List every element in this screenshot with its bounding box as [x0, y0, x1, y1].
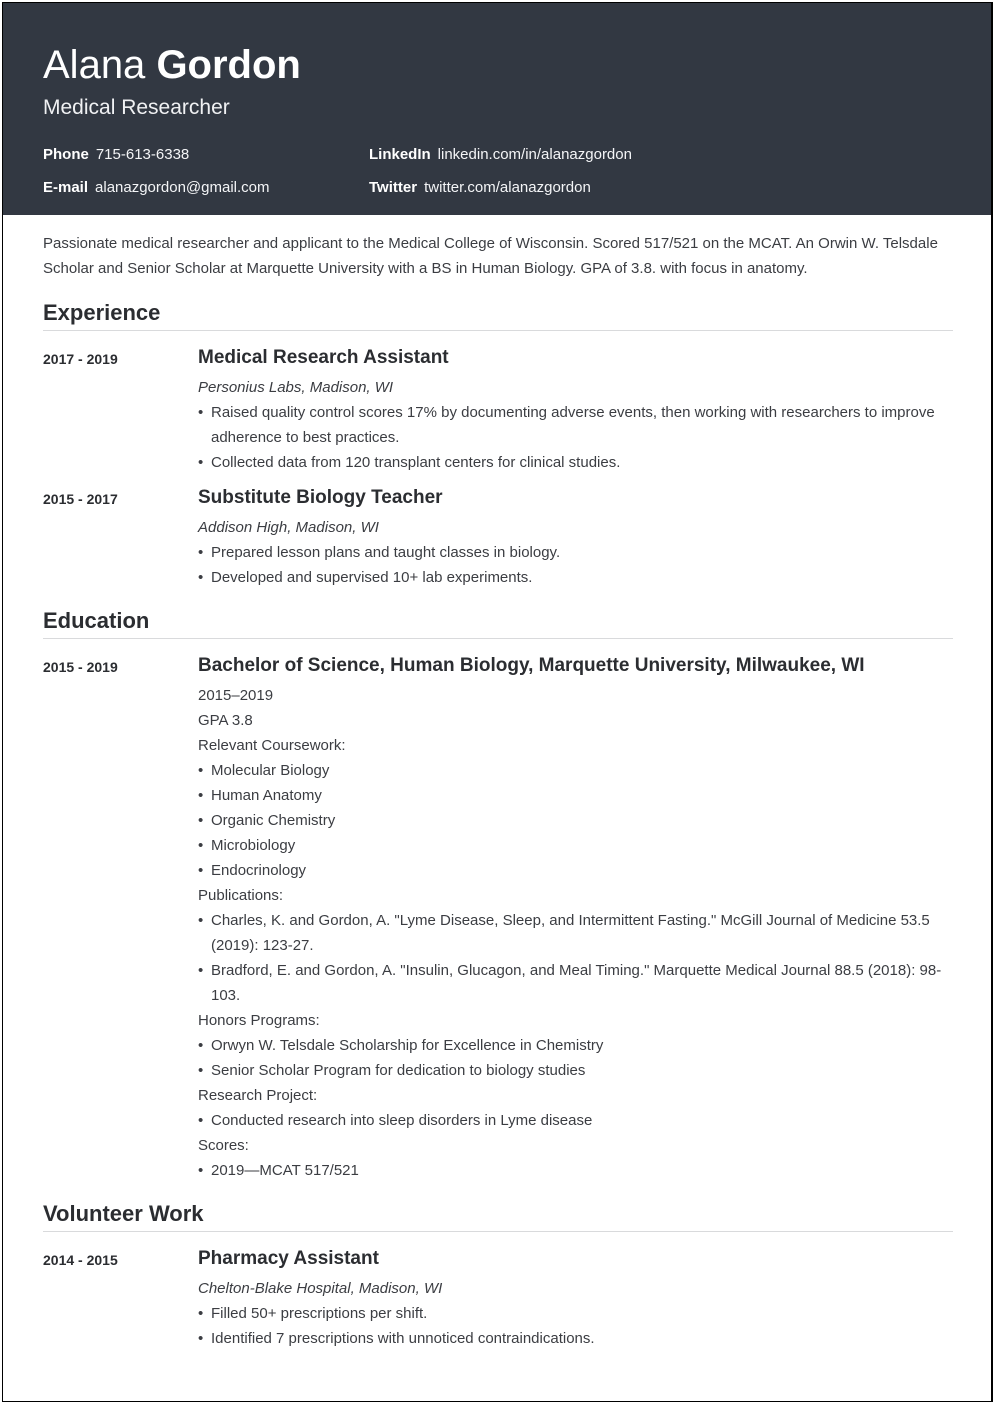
- section-divider: [43, 638, 953, 639]
- twitter-link[interactable]: twitter.com/alanazgordon: [424, 179, 591, 196]
- publication-item: Bradford, E. and Gordon, A. "Insulin, Gl…: [198, 958, 953, 1008]
- entry-bullets: Raised quality control scores 17% by doc…: [198, 400, 953, 475]
- coursework-list: Molecular Biology Human Anatomy Organic …: [198, 758, 953, 883]
- section-divider: [43, 1231, 953, 1232]
- linkedin-link[interactable]: linkedin.com/in/alanazgordon: [438, 146, 632, 163]
- entry-title: Pharmacy Assistant: [198, 1248, 379, 1269]
- contact-linkedin: LinkedIn linkedin.com/in/alanazgordon: [369, 145, 632, 165]
- score-item: 2019—MCAT 517/521: [198, 1158, 953, 1183]
- entry-title: Medical Research Assistant: [198, 347, 449, 368]
- entry-dates: 2014 - 2015: [43, 1252, 118, 1268]
- email-label: E-mail: [43, 179, 89, 196]
- publication-item: Charles, K. and Gordon, A. "Lyme Disease…: [198, 908, 953, 958]
- entry-bullets: Prepared lesson plans and taught classes…: [198, 540, 953, 590]
- candidate-name: Alana Gordon: [43, 41, 301, 89]
- summary-paragraph: Passionate medical researcher and applic…: [43, 235, 938, 277]
- section-divider: [43, 330, 953, 331]
- contact-phone: Phone 715-613-6338: [43, 145, 189, 165]
- bullet-item: Raised quality control scores 17% by doc…: [198, 400, 953, 450]
- research-item: Conducted research into sleep disorders …: [198, 1108, 953, 1133]
- coursework-label: Relevant Coursework:: [198, 737, 346, 754]
- education-years: 2015–2019: [198, 687, 274, 704]
- first-name: Alana: [43, 43, 146, 87]
- linkedin-label: LinkedIn: [369, 146, 431, 163]
- bullet-item: Filled 50+ prescriptions per shift.: [198, 1301, 953, 1326]
- publications-label: Publications:: [198, 887, 284, 904]
- coursework-item: Human Anatomy: [198, 783, 953, 808]
- phone-value[interactable]: 715-613-6338: [96, 146, 189, 163]
- honors-label: Honors Programs:: [198, 1012, 320, 1029]
- degree-title: Bachelor of Science, Human Biology, Marq…: [198, 655, 865, 676]
- research-label: Research Project:: [198, 1087, 318, 1104]
- bullet-item: Developed and supervised 10+ lab experim…: [198, 565, 953, 590]
- honors-list: Orwyn W. Telsdale Scholarship for Excell…: [198, 1033, 953, 1083]
- contact-email: E-mail alanazgordon@gmail.com: [43, 178, 270, 198]
- entry-bullets: Filled 50+ prescriptions per shift. Iden…: [198, 1301, 953, 1351]
- entry-organization: Chelton-Blake Hospital, Madison, WI: [198, 1280, 443, 1297]
- coursework-item: Endocrinology: [198, 858, 953, 883]
- phone-label: Phone: [43, 146, 89, 163]
- entry-title: Substitute Biology Teacher: [198, 487, 443, 508]
- entry-organization: Addison High, Madison, WI: [198, 519, 379, 536]
- entry-dates: 2015 - 2017: [43, 491, 118, 507]
- coursework-item: Molecular Biology: [198, 758, 953, 783]
- job-title: Medical Researcher: [43, 96, 230, 119]
- coursework-item: Organic Chemistry: [198, 808, 953, 833]
- contact-twitter: Twitter twitter.com/alanazgordon: [369, 178, 591, 198]
- email-link[interactable]: alanazgordon@gmail.com: [95, 179, 270, 196]
- entry-organization: Personius Labs, Madison, WI: [198, 379, 394, 396]
- coursework-item: Microbiology: [198, 833, 953, 858]
- honor-item: Orwyn W. Telsdale Scholarship for Excell…: [198, 1033, 953, 1058]
- resume-page: Alana Gordon Medical Researcher Phone 715…: [2, 2, 993, 1402]
- section-title-volunteer: Volunteer Work: [43, 1201, 204, 1226]
- entry-dates: 2015 - 2019: [43, 659, 118, 675]
- section-title-experience: Experience: [43, 300, 161, 325]
- scores-label: Scores:: [198, 1137, 249, 1154]
- bullet-item: Prepared lesson plans and taught classes…: [198, 540, 953, 565]
- section-title-education: Education: [43, 608, 150, 633]
- bullet-item: Collected data from 120 transplant cente…: [198, 450, 953, 475]
- honor-item: Senior Scholar Program for dedication to…: [198, 1058, 953, 1083]
- publications-list: Charles, K. and Gordon, A. "Lyme Disease…: [198, 908, 953, 1008]
- last-name: Gordon: [156, 43, 301, 87]
- entry-dates: 2017 - 2019: [43, 351, 118, 367]
- research-list: Conducted research into sleep disorders …: [198, 1108, 953, 1133]
- bullet-item: Identified 7 prescriptions with unnotice…: [198, 1326, 953, 1351]
- twitter-label: Twitter: [369, 179, 418, 196]
- education-gpa: GPA 3.8: [198, 712, 253, 729]
- scores-list: 2019—MCAT 517/521: [198, 1158, 953, 1183]
- resume-header: Alana Gordon Medical Researcher Phone 715…: [3, 3, 991, 215]
